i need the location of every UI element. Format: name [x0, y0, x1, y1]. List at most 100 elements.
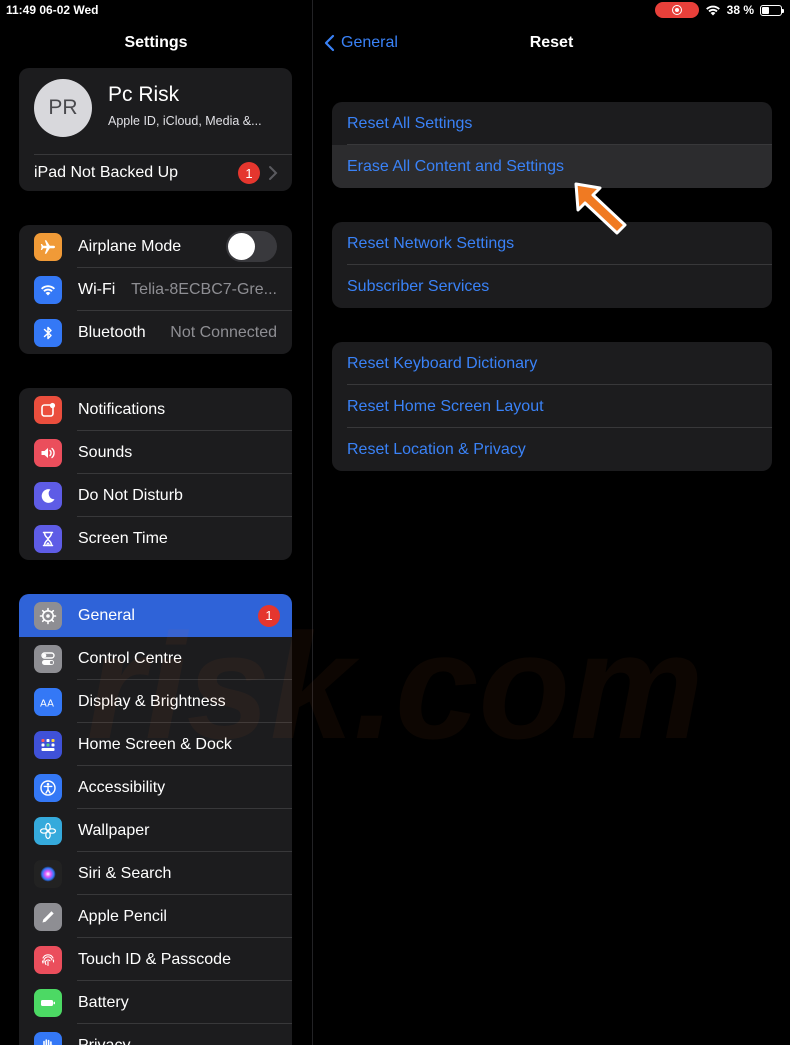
svg-text:AA: AA [40, 698, 54, 709]
chevron-right-icon [269, 166, 278, 180]
wifi-status-icon [705, 5, 720, 16]
text-size-icon: AA [34, 687, 62, 716]
reset-home-screen-layout-button[interactable]: Reset Home Screen Layout [332, 385, 772, 428]
reset-option-label: Subscriber Services [347, 277, 490, 295]
sidebar-item-display-brightness[interactable]: AA Display & Brightness [19, 680, 292, 723]
sidebar-item-label: Screen Time [78, 529, 168, 547]
sidebar-item-label: Wallpaper [78, 821, 150, 839]
sidebar-item-accessibility[interactable]: Accessibility [19, 766, 292, 809]
status-bar: 11:49 06-02 Wed 38 % [0, 0, 790, 20]
sidebar-item-notifications[interactable]: Notifications [19, 388, 292, 431]
battery-status-icon [760, 4, 784, 16]
gear-icon [34, 601, 62, 630]
hourglass-icon [34, 524, 62, 553]
reset-keyboard-dictionary-button[interactable]: Reset Keyboard Dictionary [332, 342, 772, 385]
reset-network-settings-button[interactable]: Reset Network Settings [332, 222, 772, 265]
flower-icon [34, 816, 62, 845]
bluetooth-status-value: Not Connected [170, 323, 277, 341]
sidebar-item-general[interactable]: General 1 [19, 594, 292, 637]
general-group: General 1 Control Centre AA Display & Br… [19, 594, 292, 1045]
annotation-arrow-icon [574, 182, 627, 235]
apple-id-profile[interactable]: PR Pc Risk Apple ID, iCloud, Media &... [19, 68, 292, 155]
sidebar-item-label: General [78, 606, 135, 624]
connectivity-group: Airplane Mode Wi-Fi Telia-8ECBC7-Gre... [19, 225, 292, 354]
general-badge: 1 [258, 604, 280, 627]
sidebar-item-label: Apple Pencil [78, 907, 167, 925]
pencil-icon [34, 902, 62, 931]
sidebar-item-wifi[interactable]: Wi-Fi Telia-8ECBC7-Gre... [19, 268, 292, 311]
subscriber-services-button[interactable]: Subscriber Services [332, 265, 772, 308]
bluetooth-icon [34, 318, 62, 347]
sidebar-item-label: Battery [78, 993, 129, 1011]
sidebar-item-label: Wi-Fi [78, 280, 116, 298]
reset-location-privacy-button[interactable]: Reset Location & Privacy [332, 428, 772, 471]
moon-icon [34, 481, 62, 510]
backup-warning-label: iPad Not Backed Up [34, 164, 179, 181]
battery-percentage: 38 % [726, 3, 754, 17]
avatar: PR [34, 79, 92, 137]
airplane-icon [34, 232, 62, 261]
sidebar-item-privacy[interactable]: Privacy [19, 1024, 292, 1045]
reset-group-1: Reset All Settings Erase All Content and… [332, 102, 772, 188]
sidebar-item-control-centre[interactable]: Control Centre [19, 637, 292, 680]
sidebar-item-label: Touch ID & Passcode [78, 950, 231, 968]
toggles-icon [34, 644, 62, 673]
accessibility-icon [34, 773, 62, 802]
page-title: Reset [529, 34, 574, 51]
reset-all-settings-button[interactable]: Reset All Settings [332, 102, 772, 145]
wifi-icon [34, 275, 62, 304]
ipad-settings-screen: 11:49 06-02 Wed 38 % Settings PR Pc Risk… [0, 0, 790, 1045]
reset-option-label: Reset Location & Privacy [347, 440, 526, 458]
sidebar-item-touch-id-passcode[interactable]: Touch ID & Passcode [19, 938, 292, 981]
backup-warning-row[interactable]: iPad Not Backed Up 1 [19, 155, 292, 191]
sidebar-item-label: Control Centre [78, 649, 183, 667]
sidebar-item-label: Do Not Disturb [78, 486, 183, 504]
sidebar-item-siri-search[interactable]: Siri & Search [19, 852, 292, 895]
sidebar-item-label: Accessibility [78, 778, 166, 796]
wifi-network-value: Telia-8ECBC7-Gre... [131, 280, 277, 298]
siri-icon [34, 859, 62, 888]
sidebar-item-label: Airplane Mode [78, 237, 182, 255]
sidebar-item-apple-pencil[interactable]: Apple Pencil [19, 895, 292, 938]
sidebar-item-sounds[interactable]: Sounds [19, 431, 292, 474]
sidebar-item-label: Sounds [78, 443, 133, 461]
status-right: 38 % [654, 2, 784, 18]
status-time: 11:49 06-02 Wed [6, 3, 99, 17]
reset-group-2: Reset Network Settings Subscriber Servic… [332, 222, 772, 308]
screen-recording-icon[interactable] [654, 2, 699, 18]
hand-icon [34, 1031, 62, 1045]
battery-icon [34, 988, 62, 1017]
sidebar-item-label: Display & Brightness [78, 692, 226, 710]
sidebar-item-home-screen-dock[interactable]: Home Screen & Dock [19, 723, 292, 766]
sidebar-item-bluetooth[interactable]: Bluetooth Not Connected [19, 311, 292, 354]
sidebar-item-screen-time[interactable]: Screen Time [19, 517, 292, 560]
alerts-group: Notifications Sounds Do Not Disturb Scre… [19, 388, 292, 560]
notifications-icon [34, 395, 62, 424]
sidebar-item-label: Notifications [78, 400, 166, 418]
fingerprint-icon [34, 945, 62, 974]
reset-detail-pane: General Reset Reset All Settings Erase A… [313, 0, 790, 1045]
settings-sidebar: Settings PR Pc Risk Apple ID, iCloud, Me… [0, 0, 312, 1045]
sidebar-item-battery[interactable]: Battery [19, 981, 292, 1024]
sidebar-item-label: Siri & Search [78, 864, 172, 882]
sidebar-item-wallpaper[interactable]: Wallpaper [19, 809, 292, 852]
profile-subtitle: Apple ID, iCloud, Media &... [108, 114, 262, 128]
sidebar-item-label: Home Screen & Dock [78, 735, 232, 753]
home-grid-icon [34, 730, 62, 759]
sidebar-title: Settings [124, 34, 188, 51]
sounds-icon [34, 438, 62, 467]
sidebar-item-do-not-disturb[interactable]: Do Not Disturb [19, 474, 292, 517]
airplane-mode-toggle[interactable] [226, 231, 277, 262]
reset-group-3: Reset Keyboard Dictionary Reset Home Scr… [332, 342, 772, 471]
reset-option-label: Erase All Content and Settings [347, 157, 565, 175]
reset-option-label: Reset Network Settings [347, 234, 515, 252]
sidebar-item-label: Bluetooth [78, 323, 146, 341]
reset-option-label: Reset Home Screen Layout [347, 397, 544, 415]
backup-badge: 1 [238, 162, 260, 184]
sidebar-item-label: Privacy [78, 1036, 131, 1045]
reset-option-label: Reset Keyboard Dictionary [347, 354, 538, 372]
sidebar-item-airplane-mode[interactable]: Airplane Mode [19, 225, 292, 268]
reset-option-label: Reset All Settings [347, 114, 473, 132]
profile-group: PR Pc Risk Apple ID, iCloud, Media &... … [19, 68, 292, 191]
erase-all-content-button[interactable]: Erase All Content and Settings [332, 145, 772, 188]
